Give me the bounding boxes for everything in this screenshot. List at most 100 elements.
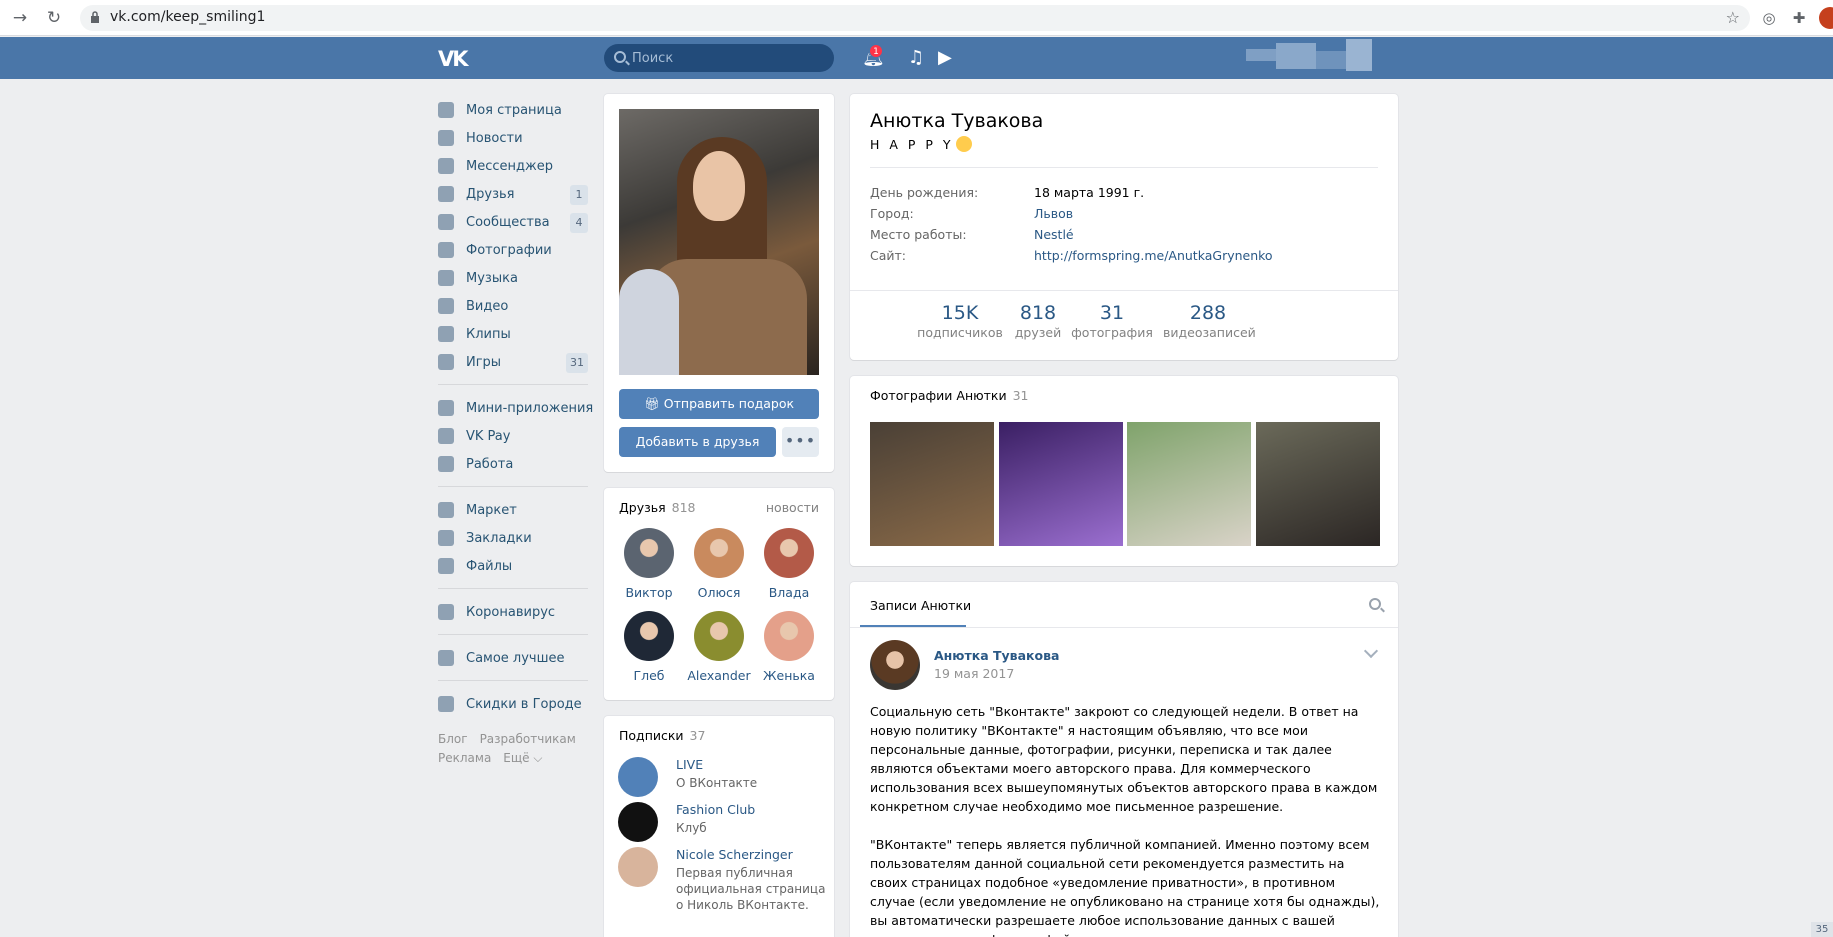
subscription-avatar — [618, 847, 658, 887]
wall-tab[interactable]: Записи Анютки — [870, 598, 971, 613]
sidebar-item[interactable]: Закладки — [438, 524, 588, 552]
bookmarks-icon — [438, 530, 454, 546]
sidebar-item-label: Скидки в Городе — [466, 696, 582, 712]
footer-link-developers[interactable]: Разработчикам — [480, 732, 576, 746]
browser-profile-avatar[interactable] — [1819, 7, 1833, 29]
post-author-avatar[interactable] — [870, 640, 920, 690]
subscription-avatar — [618, 757, 658, 797]
sidebar-item-label: Друзья — [466, 186, 515, 202]
counter-value: 31 — [1099, 302, 1125, 324]
info-key: Сайт: — [870, 248, 907, 263]
sidebar-item[interactable]: Новости — [438, 124, 588, 152]
photo-thumbnail[interactable] — [1127, 422, 1251, 546]
friends-news-link[interactable]: новости — [766, 500, 819, 515]
subscription-avatar — [618, 802, 658, 842]
sidebar-item[interactable]: Самое лучшее — [438, 644, 588, 672]
photo-thumbnail[interactable] — [870, 422, 994, 546]
info-value[interactable]: Львов — [1034, 206, 1073, 221]
photo-thumbnail[interactable] — [998, 422, 1123, 546]
friends-card: Друзья 818 новости Виктор Олюся Влада Глеб Al… — [604, 488, 834, 700]
sidebar-item-label: Работа — [466, 456, 514, 472]
friend-item[interactable]: Влада — [754, 528, 824, 600]
music-player-icon[interactable]: ♫ — [908, 48, 924, 68]
friends-title[interactable]: Друзья 818 — [619, 500, 696, 515]
info-value: 18 марта 1991 г. — [1034, 185, 1145, 200]
messenger-icon — [438, 158, 454, 174]
video-player-icon[interactable]: ▶ — [938, 48, 952, 68]
sidebar-item[interactable]: Видео — [438, 292, 588, 320]
sidebar-item[interactable]: Сообщества 4 — [438, 208, 588, 236]
sidebar-item[interactable]: Работа — [438, 450, 588, 478]
sidebar-item[interactable]: VK Pay — [438, 422, 588, 450]
sidebar-item[interactable]: Мини-приложения — [438, 394, 593, 422]
sidebar-item[interactable]: Игры 31 — [438, 348, 588, 376]
sidebar-item[interactable]: Друзья 1 — [438, 180, 588, 208]
reload-icon[interactable]: ↻ — [44, 8, 64, 28]
divider — [870, 167, 1378, 168]
friend-avatar — [694, 611, 744, 661]
photo-thumbnail[interactable] — [1255, 422, 1380, 546]
footer-link-ads[interactable]: Реклама — [438, 751, 491, 765]
friend-item[interactable]: Глеб — [614, 611, 684, 683]
photos-title[interactable]: Фотографии Анютки 31 — [870, 388, 1029, 403]
bookmark-star-icon[interactable]: ☆ — [1726, 8, 1740, 27]
extensions-puzzle-icon[interactable]: ✚ — [1788, 7, 1810, 29]
sidebar-item[interactable]: Мессенджер — [438, 152, 588, 180]
send-gift-button[interactable]: 🎁︎ Отправить подарок — [619, 389, 819, 419]
friend-item[interactable]: Alexander — [684, 611, 754, 683]
friend-item[interactable]: Женька — [754, 611, 824, 683]
back-arrow-icon[interactable]: → — [10, 8, 30, 28]
sidebar-item[interactable]: Коронавирус — [438, 598, 588, 626]
address-bar[interactable]: vk.com/keep_smiling1 ☆ — [80, 5, 1750, 31]
divider — [850, 627, 1398, 628]
left-sidebar: Моя страница Новости Мессенджер Друзья 1 Сооб… — [438, 96, 593, 768]
search-input[interactable] — [632, 48, 822, 68]
profile-counter[interactable]: 15K подписчиков — [915, 302, 1005, 340]
post-date[interactable]: 19 мая 2017 — [934, 666, 1014, 681]
subscription-item[interactable]: Fashion Club Клуб — [618, 802, 828, 842]
profile-counter[interactable]: 31 фотография — [1067, 302, 1157, 340]
profile-info-row: Город: Львов — [870, 206, 1378, 224]
subscriptions-title[interactable]: Подписки 37 — [619, 728, 705, 743]
sidebar-item[interactable]: Файлы — [438, 552, 588, 580]
friend-name: Олюся — [697, 585, 741, 600]
info-key: День рождения: — [870, 185, 979, 200]
pixelated-user-menu[interactable] — [1246, 39, 1372, 71]
wall-search-icon[interactable] — [1369, 598, 1381, 610]
sidebar-footer: Блог Разработчикам Реклама Ещё ⌵ — [438, 730, 588, 768]
profile-counter[interactable]: 288 видеозаписей — [1163, 302, 1256, 340]
browser-toolbar: → ↻ vk.com/keep_smiling1 ☆ ◎ ✚ — [0, 0, 1833, 36]
vk-logo[interactable]: VK — [438, 47, 468, 71]
sidebar-item[interactable]: Скидки в Городе — [438, 690, 588, 718]
apps-icon — [438, 400, 454, 416]
photos-card: Фотографии Анютки 31 — [850, 376, 1398, 566]
sidebar-divider — [438, 486, 588, 487]
sidebar-item[interactable]: Маркет — [438, 496, 588, 524]
profile-photo[interactable] — [619, 109, 819, 375]
subscription-item[interactable]: LIVE О ВКонтакте — [618, 757, 828, 797]
post-paragraph: Социальную сеть "Вконтакте" закроют со с… — [870, 704, 1378, 814]
profile-info-row: Место работы: Nestlé — [870, 227, 1378, 245]
add-friend-button[interactable]: Добавить в друзья — [619, 427, 776, 457]
more-actions-button[interactable]: ••• — [782, 427, 819, 457]
sidebar-item-label: Моя страница — [466, 102, 562, 118]
footer-link-more[interactable]: Ещё ⌵ — [503, 751, 542, 765]
post-author-name[interactable]: Анютка Тувакова — [934, 648, 1059, 663]
extension-target-icon[interactable]: ◎ — [1758, 7, 1780, 29]
info-value[interactable]: Nestlé — [1034, 227, 1074, 242]
sidebar-item[interactable]: Клипы — [438, 320, 588, 348]
friend-item[interactable]: Олюся — [684, 528, 754, 600]
clips-icon — [438, 326, 454, 342]
post-menu-chevron-icon[interactable] — [1363, 643, 1379, 659]
search-icon — [614, 51, 626, 63]
sidebar-item[interactable]: Фотографии — [438, 236, 588, 264]
friend-item[interactable]: Виктор — [614, 528, 684, 600]
sidebar-item[interactable]: Музыка — [438, 264, 588, 292]
sidebar-item[interactable]: Моя страница — [438, 96, 588, 124]
sidebar-item-label: Фотографии — [466, 242, 552, 258]
footer-link-blog[interactable]: Блог — [438, 732, 468, 746]
info-value[interactable]: http://formspring.me/AnutkaGrynenko — [1034, 248, 1273, 263]
search-box[interactable] — [604, 44, 834, 72]
subscription-item[interactable]: Nicole Scherzinger Первая публичная офици… — [618, 847, 828, 912]
subscription-desc: Первая публичная официальная страница о … — [676, 866, 826, 912]
